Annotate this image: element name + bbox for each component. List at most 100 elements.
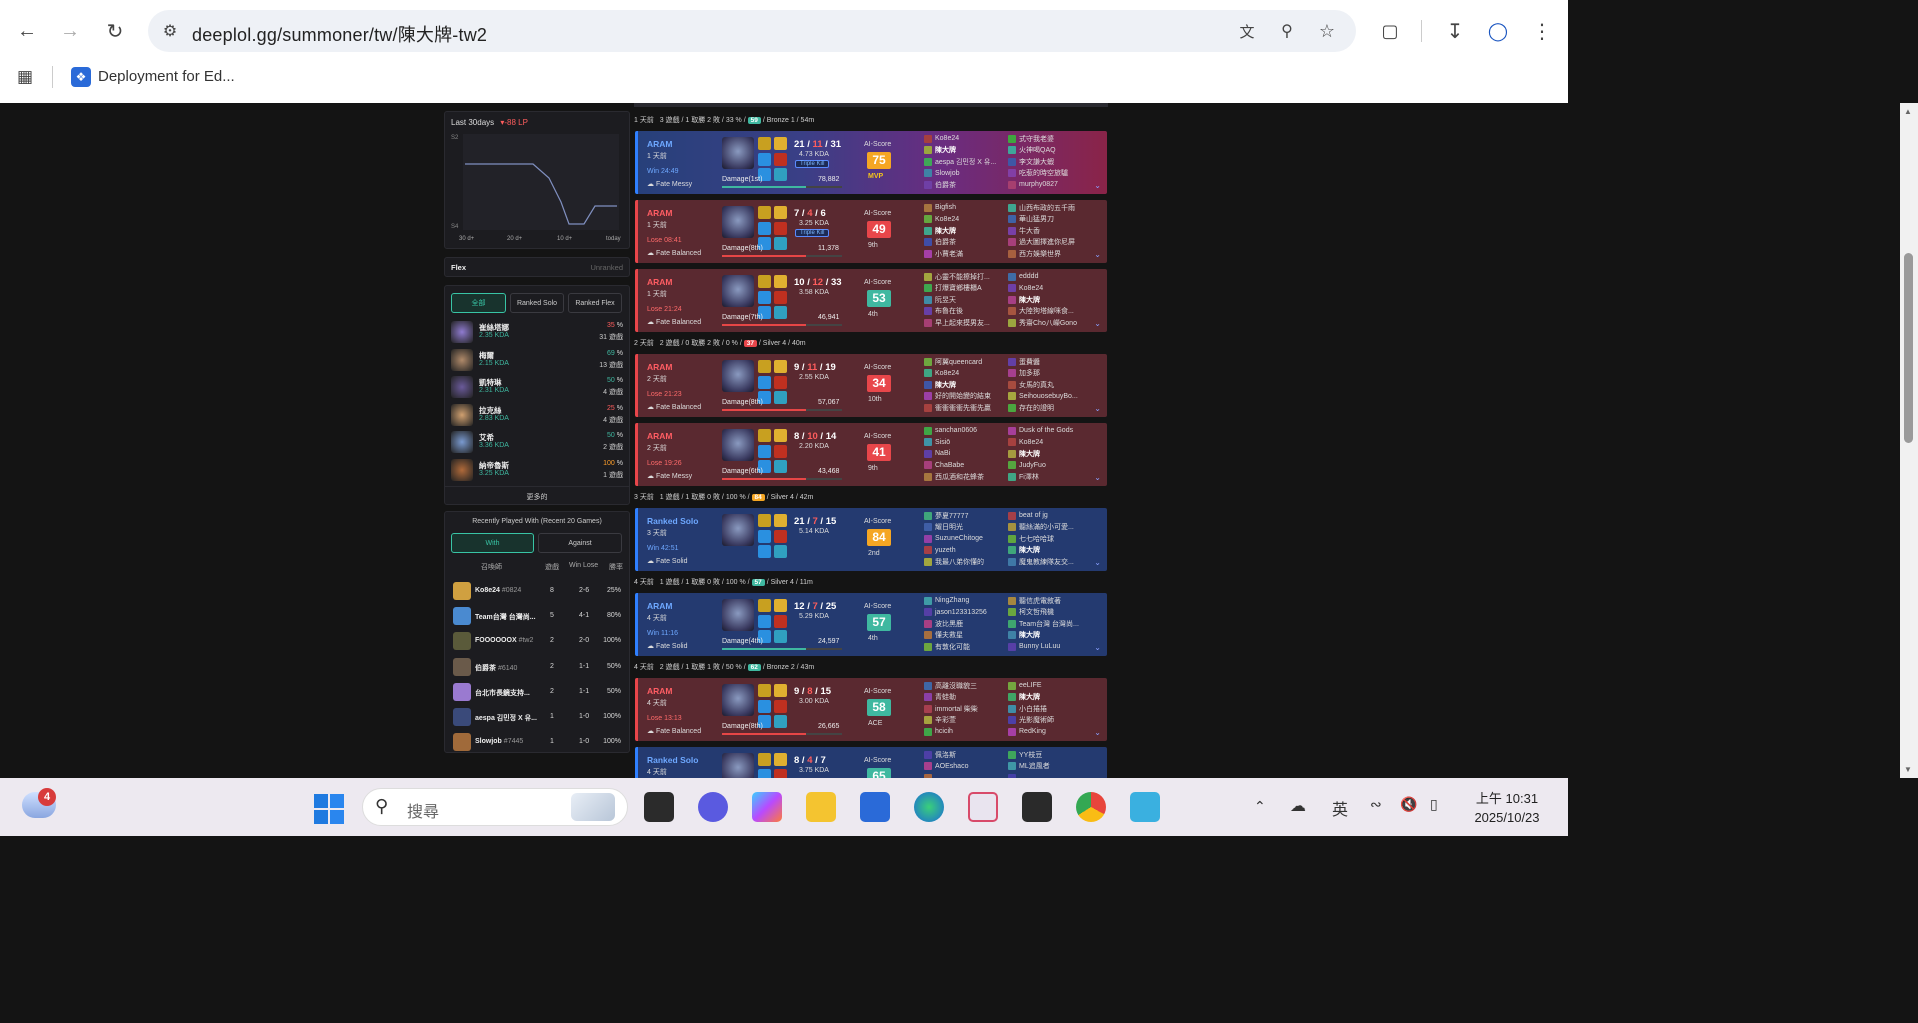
battery-icon[interactable]: ▯ — [1430, 796, 1438, 813]
player-name[interactable]: 西瓜酒和花蜂茶 — [924, 471, 1006, 483]
player-name[interactable]: 牛大香 — [1008, 225, 1090, 237]
player-name[interactable]: aespa 김민정 X 유... — [924, 156, 1006, 168]
player-name[interactable]: Ko8e24 — [924, 368, 1006, 380]
forward-icon[interactable]: → — [56, 17, 84, 45]
player-name[interactable]: immortal 柴柴 — [924, 703, 1006, 715]
player-name[interactable]: 聽絲滿的小可愛... — [1008, 522, 1090, 534]
notepad-icon[interactable] — [1130, 792, 1160, 822]
match-card[interactable]: ARAM 1 天前 Win 24:49 ☁ Fate Messy 21 / 11… — [635, 131, 1107, 194]
menu-icon[interactable]: ⋮ — [1528, 17, 1556, 45]
file-explorer-icon[interactable] — [806, 792, 836, 822]
champion-row[interactable]: 艾希 3.36 KDA 50 % 2 遊戲 — [451, 429, 625, 455]
player-name[interactable]: 過大圖擇進你尼屏 — [1008, 237, 1090, 249]
m365-icon[interactable] — [752, 792, 782, 822]
terminal-icon[interactable] — [1022, 792, 1052, 822]
volume-muted-icon[interactable]: 🔇 — [1400, 796, 1417, 813]
player-name[interactable]: 夢夏77777 — [924, 510, 1006, 522]
player-name[interactable]: 小白捲捲 — [1008, 703, 1090, 715]
player-name[interactable]: eeLIFE — [1008, 680, 1090, 692]
tab-all[interactable]: 全部 — [451, 293, 506, 313]
player-name[interactable]: 大陸狗塔線咪食... — [1008, 306, 1090, 318]
translate-icon[interactable]: 文 — [1233, 17, 1261, 45]
player-name[interactable]: Ko8e24 — [924, 214, 1006, 226]
player-name[interactable]: NingZhang — [924, 595, 1006, 607]
tab-against[interactable]: Against — [538, 533, 622, 553]
player-name[interactable]: Bigfish — [924, 202, 1006, 214]
player-name[interactable]: NaBi — [924, 448, 1006, 460]
player-name[interactable]: 早上起來摸男友... — [924, 317, 1006, 329]
player-name[interactable]: 七七哈哈球 — [1008, 533, 1090, 545]
champion-row[interactable]: 凱特琳 2.31 KDA 50 % 4 遊戲 — [451, 374, 625, 400]
download-icon[interactable]: ↧ — [1441, 17, 1469, 45]
chrome-icon[interactable] — [1076, 792, 1106, 822]
player-name[interactable]: Ko8e24 — [1008, 437, 1090, 449]
player-name[interactable]: hcicih — [924, 726, 1006, 738]
player-name[interactable]: 陳大牌 — [924, 379, 1006, 391]
player-name[interactable]: 陳大牌 — [1008, 630, 1090, 642]
player-name[interactable]: ML追風者 — [1008, 761, 1090, 773]
expand-chevron-icon[interactable]: ⌄ — [1094, 181, 1101, 190]
player-name[interactable]: Sisiō — [924, 437, 1006, 449]
match-card[interactable]: ARAM 2 天前 Lose 21:23 ☁ Fate Balanced 9 /… — [635, 354, 1107, 417]
expand-chevron-icon[interactable]: ⌄ — [1094, 643, 1101, 652]
player-name[interactable]: 懂夫救星 — [924, 630, 1006, 642]
player-name[interactable]: 好的開始變的結束 — [924, 391, 1006, 403]
player-name[interactable]: 陳大牌 — [924, 145, 1006, 157]
player-name[interactable]: 陳大牌 — [1008, 545, 1090, 557]
player-name[interactable]: Dusk of the Gods — [1008, 425, 1090, 437]
player-name[interactable]: 波比黑鹿 — [924, 618, 1006, 630]
back-icon[interactable]: ← — [13, 17, 41, 45]
recent-row[interactable]: 伯爵茶 #6140 2 1-1 50% — [451, 654, 625, 679]
player-name[interactable]: 阮昱天 — [924, 294, 1006, 306]
bookmark-star-icon[interactable]: ☆ — [1313, 17, 1341, 45]
player-name[interactable]: RedKing — [1008, 726, 1090, 738]
player-name[interactable]: 聽信虎電敘著 — [1008, 595, 1090, 607]
ime-indicator[interactable]: 英 — [1332, 796, 1348, 820]
player-name[interactable]: Bunny LuLuu — [1008, 641, 1090, 653]
player-name[interactable]: YY枝豆 — [1008, 749, 1090, 761]
reload-icon[interactable]: ↻ — [101, 17, 129, 45]
player-name[interactable]: 陳大牌 — [1008, 294, 1090, 306]
player-name[interactable]: 柯文哲飛機 — [1008, 607, 1090, 619]
player-name[interactable]: 衝衝衝衝先衝先贏 — [924, 402, 1006, 414]
scroll-down-icon[interactable]: ▼ — [1904, 765, 1912, 774]
match-card[interactable]: ARAM 4 天前 Lose 13:13 ☁ Fate Balanced 9 /… — [635, 678, 1107, 741]
player-name[interactable]: SuzuneChitoge — [924, 533, 1006, 545]
tray-overflow-icon[interactable]: ⌃ — [1254, 798, 1266, 815]
player-name[interactable]: 秀齋Cho八嶸Gono — [1008, 317, 1090, 329]
summoner-name[interactable]: Team台灣 台灣尚... — [475, 612, 536, 622]
player-name[interactable]: sanchan0606 — [924, 425, 1006, 437]
player-name[interactable]: 高離沒職貌三 — [924, 680, 1006, 692]
expand-chevron-icon[interactable]: ⌄ — [1094, 558, 1101, 567]
recent-row[interactable]: Slowjob #7445 1 1-0 100% — [451, 729, 625, 754]
player-name[interactable]: 耀日明光 — [924, 522, 1006, 534]
tab-ranked-flex[interactable]: Ranked Flex — [568, 293, 622, 313]
page-scrollbar[interactable]: ▲ ▼ — [1900, 103, 1918, 778]
tab-with[interactable]: With — [451, 533, 534, 553]
player-name[interactable]: 陳大牌 — [924, 225, 1006, 237]
player-name[interactable]: 山西布政的五千雨 — [1008, 202, 1090, 214]
bookmark-deployment[interactable]: Deployment for Ed... — [98, 68, 235, 85]
player-name[interactable]: 心靈不能擦掉打... — [924, 271, 1006, 283]
match-card[interactable]: ARAM 1 天前 Lose 21:24 ☁ Fate Balanced 10 … — [635, 269, 1107, 332]
summoner-name[interactable]: Slowjob #7445 — [475, 738, 523, 745]
more-button[interactable]: 更多的 — [445, 486, 629, 502]
champion-row[interactable]: 崔絲塔娜 2.35 KDA 35 % 31 遊戲 — [451, 319, 625, 345]
player-name[interactable]: Team台灣 台灣尚... — [1008, 618, 1090, 630]
summoner-name[interactable]: FOOOOOOX #tw2 — [475, 637, 533, 644]
champion-row[interactable]: 拉克絲 2.83 KDA 25 % 4 遊戲 — [451, 402, 625, 428]
match-card[interactable]: ARAM 2 天前 Lose 19:26 ☁ Fate Messy 8 / 10… — [635, 423, 1107, 486]
summoner-name[interactable]: 伯爵茶 #6140 — [475, 663, 517, 673]
champion-row[interactable]: 納帝魯斯 3.25 KDA 100 % 1 遊戲 — [451, 457, 625, 483]
player-name[interactable]: murphy0827 — [1008, 179, 1090, 191]
player-name[interactable]: 伯爵茶 — [924, 237, 1006, 249]
player-name[interactable]: 華山猛男刀 — [1008, 214, 1090, 226]
player-name[interactable]: Slowjob — [924, 168, 1006, 180]
player-name[interactable]: 阿翼queencard — [924, 356, 1006, 368]
player-name[interactable]: 青蛙勒 — [924, 692, 1006, 704]
task-view-icon[interactable] — [644, 792, 674, 822]
player-name[interactable]: 佩洛斯 — [924, 749, 1006, 761]
taskbar-search[interactable]: ⚲ 搜尋 — [362, 788, 628, 826]
player-name[interactable]: 有敦化可能 — [924, 641, 1006, 653]
tab-ranked-solo[interactable]: Ranked Solo — [510, 293, 564, 313]
